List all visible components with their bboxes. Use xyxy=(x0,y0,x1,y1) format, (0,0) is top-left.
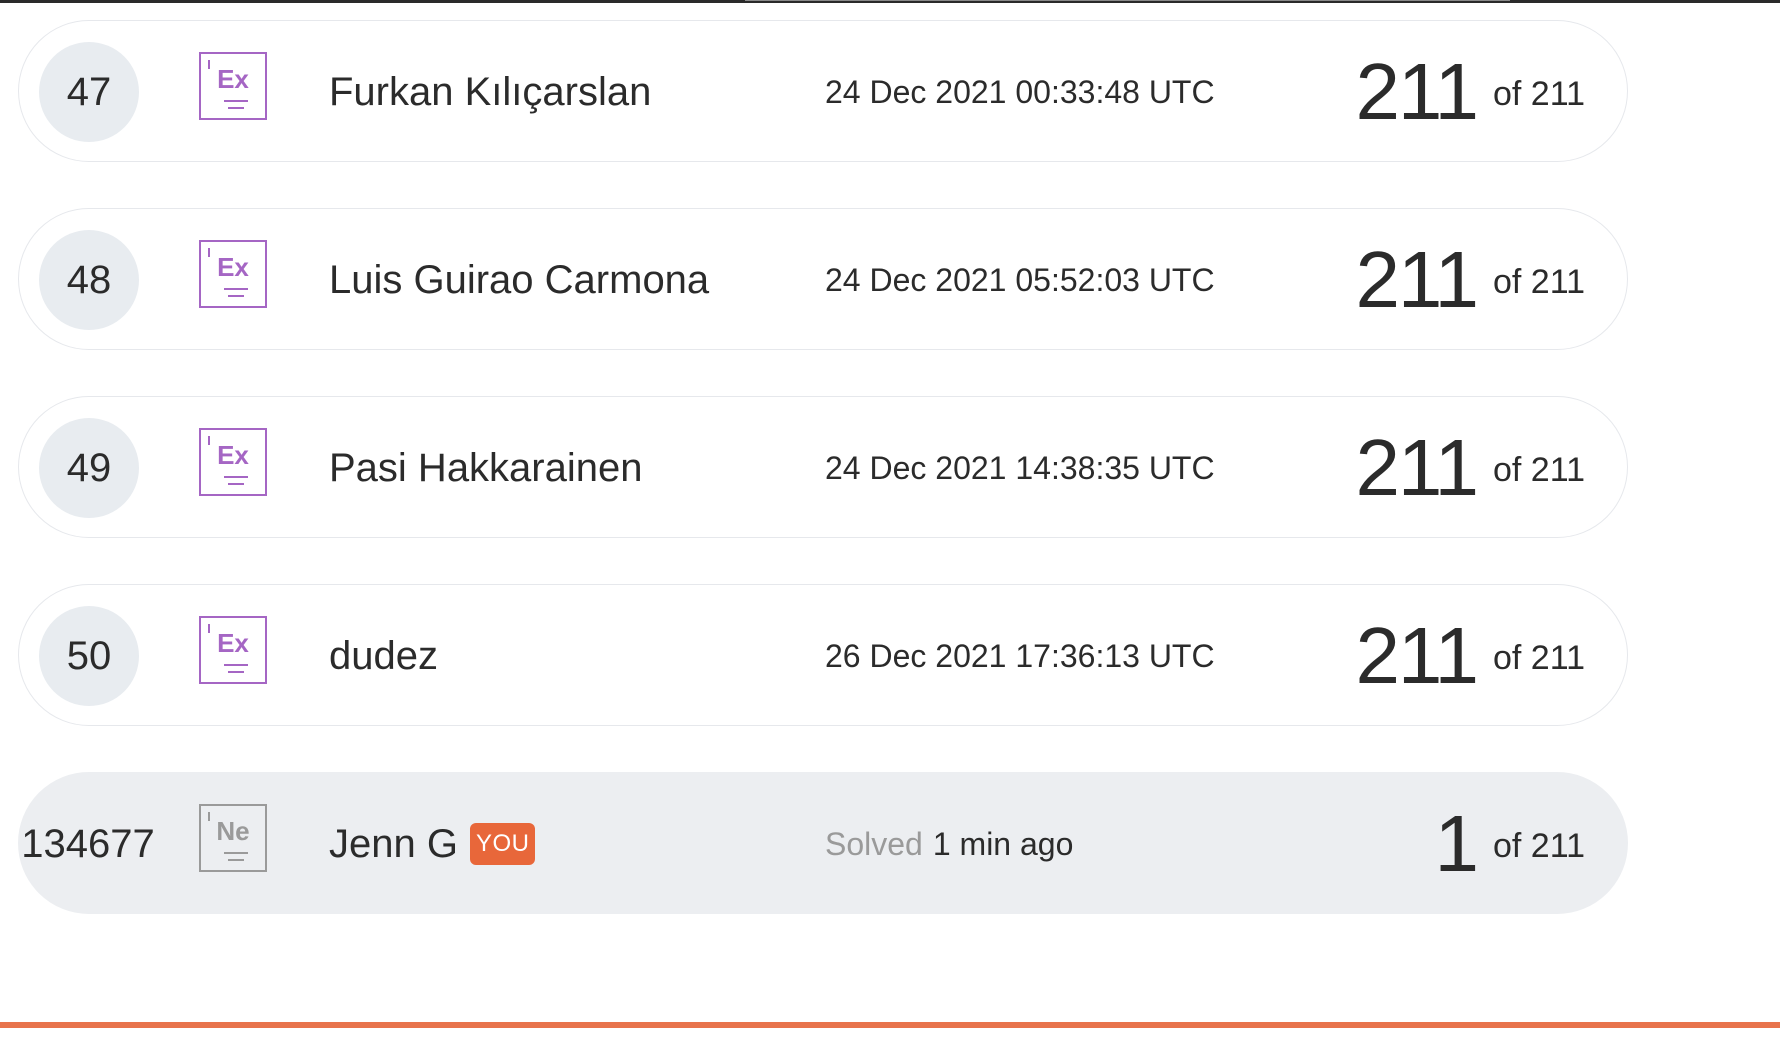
rank-number: 134677 xyxy=(21,821,155,866)
leaderboard-list: 47 Ex Furkan Kılıçarslan 24 Dec 2021 00:… xyxy=(18,20,1628,960)
badge-symbol: Ex xyxy=(217,252,249,282)
score-value: 1 xyxy=(1434,799,1478,888)
score: 211 of 211 xyxy=(1355,397,1585,539)
bottom-accent-bar xyxy=(0,1022,1780,1028)
score: 211 of 211 xyxy=(1355,585,1585,727)
rank-number: 49 xyxy=(39,418,139,518)
user-name[interactable]: Luis Guirao Carmona xyxy=(329,209,709,351)
score-total: of 211 xyxy=(1492,826,1585,865)
score: 1 of 211 xyxy=(1434,773,1585,915)
score: 211 of 211 xyxy=(1355,209,1585,351)
rank-number: 50 xyxy=(39,606,139,706)
completion-time: 26 Dec 2021 17:36:13 UTC xyxy=(825,637,1215,674)
solved-label: Solved xyxy=(825,825,923,862)
user-name[interactable]: Pasi Hakkarainen xyxy=(329,397,643,539)
leaderboard-row[interactable]: 47 Ex Furkan Kılıçarslan 24 Dec 2021 00:… xyxy=(18,20,1628,162)
solved-status: Solved 1 min ago xyxy=(825,773,1073,915)
expert-badge-icon: Ex xyxy=(199,616,267,684)
user-name[interactable]: dudez xyxy=(329,585,438,727)
score-total: of 211 xyxy=(1492,450,1585,489)
you-badge: YOU xyxy=(469,823,536,865)
completion-time: 24 Dec 2021 14:38:35 UTC xyxy=(825,449,1215,486)
score-value: 211 xyxy=(1355,611,1479,700)
current-user-row[interactable]: 134677 Ne Jenn G YOU Solved 1 min ago 1 … xyxy=(18,772,1628,914)
expert-badge-icon: Ex xyxy=(199,240,267,308)
newbie-badge-icon: Ne xyxy=(199,804,267,872)
score: 211 of 211 xyxy=(1355,21,1585,163)
solved-time: 1 min ago xyxy=(932,825,1074,862)
expert-badge-icon: Ex xyxy=(199,428,267,496)
user-name[interactable]: Furkan Kılıçarslan xyxy=(329,21,651,163)
user-name-text: Jenn G xyxy=(329,821,458,866)
score-total: of 211 xyxy=(1492,638,1585,677)
score-value: 211 xyxy=(1355,423,1479,512)
score-value: 211 xyxy=(1355,235,1479,324)
leaderboard-row[interactable]: 49 Ex Pasi Hakkarainen 24 Dec 2021 14:38… xyxy=(18,396,1628,538)
rank-number: 47 xyxy=(39,42,139,142)
leaderboard-row[interactable]: 50 Ex dudez 26 Dec 2021 17:36:13 UTC 211… xyxy=(18,584,1628,726)
badge-symbol: Ex xyxy=(217,440,249,470)
badge-symbol: Ex xyxy=(217,628,249,658)
leaderboard-page: 47 Ex Furkan Kılıçarslan 24 Dec 2021 00:… xyxy=(0,0,1780,1038)
badge-symbol: Ex xyxy=(217,64,249,94)
score-total: of 211 xyxy=(1492,74,1585,113)
badge-symbol: Ne xyxy=(216,816,250,846)
user-name[interactable]: Jenn G YOU xyxy=(329,773,536,915)
score-total: of 211 xyxy=(1492,262,1585,301)
rank-number: 48 xyxy=(39,230,139,330)
expert-badge-icon: Ex xyxy=(199,52,267,120)
completion-time: 24 Dec 2021 05:52:03 UTC xyxy=(825,261,1215,298)
completion-time: 24 Dec 2021 00:33:48 UTC xyxy=(825,73,1215,110)
top-divider-highlight xyxy=(745,0,1510,1)
score-value: 211 xyxy=(1355,47,1479,136)
leaderboard-row[interactable]: 48 Ex Luis Guirao Carmona 24 Dec 2021 05… xyxy=(18,208,1628,350)
